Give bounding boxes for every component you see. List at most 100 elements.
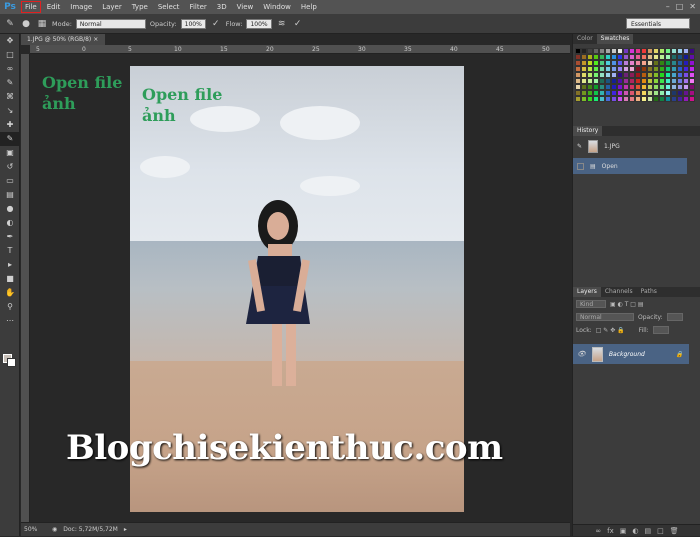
pressure-size-icon[interactable]: ✓ <box>292 18 304 30</box>
layer-thumbnail <box>591 346 603 362</box>
menu-file[interactable]: File <box>20 0 42 14</box>
history-step[interactable]: ▤ Open <box>573 158 687 174</box>
menu-filter[interactable]: Filter <box>184 0 211 14</box>
blend-mode-select[interactable]: Normal <box>576 313 634 321</box>
rectangle-tool-icon[interactable]: ■ <box>0 272 20 286</box>
hand-tool-icon[interactable]: ✋ <box>0 286 20 300</box>
menu-type[interactable]: Type <box>127 0 153 14</box>
close-icon[interactable]: ✕ <box>689 2 696 11</box>
ruler-tick: 40 <box>450 46 458 53</box>
healing-tool-icon[interactable]: ✚ <box>0 118 20 132</box>
move-tool-icon[interactable]: ✥ <box>0 34 20 48</box>
layer-filter-row: Kind ▣ ◐ T □ ▤ <box>576 300 644 308</box>
snapshot-thumbnail <box>588 139 599 153</box>
path-select-tool-icon[interactable]: ▸ <box>0 258 20 272</box>
close-tab-icon[interactable]: × <box>93 36 98 43</box>
layer-row-background[interactable]: 👁 Background 🔒 <box>573 344 689 364</box>
brush-tool-icon[interactable]: ✎ <box>0 132 20 146</box>
type-tool-icon[interactable]: T <box>0 244 20 258</box>
blur-tool-icon[interactable]: ● <box>0 202 20 216</box>
tab-history[interactable]: History <box>573 126 603 136</box>
opacity-input[interactable]: 100% <box>180 18 206 29</box>
layers-panel-tabs: Layers Channels Paths <box>573 287 700 297</box>
document-tab-title: 1.JPG @ 50% (RGB/8) <box>27 36 92 43</box>
tab-channels[interactable]: Channels <box>601 287 637 297</box>
opacity-label: Opacity: <box>149 19 177 28</box>
status-arrow-icon[interactable]: ▸ <box>124 526 127 533</box>
doc-size: Doc: 5,72M/5,72M <box>63 526 118 533</box>
minimize-icon[interactable]: – <box>666 2 670 11</box>
new-group-icon[interactable]: ▤ <box>645 525 652 536</box>
background-color-swatch[interactable] <box>7 358 16 367</box>
mode-label: Mode: <box>52 19 72 28</box>
restore-icon[interactable]: □ <box>676 2 684 11</box>
menu-edit[interactable]: Edit <box>42 0 66 14</box>
layer-style-icon[interactable]: fx <box>607 525 614 536</box>
tab-paths[interactable]: Paths <box>637 287 661 297</box>
pressure-opacity-icon[interactable]: ✓ <box>210 18 222 30</box>
brush-panel-icon[interactable]: ▦ <box>36 18 48 30</box>
flow-input[interactable]: 100% <box>246 18 272 29</box>
kind-filter-select[interactable]: Kind <box>576 300 606 308</box>
canvas-area[interactable]: Open file ảnh Open file ảnh Blogchisekie… <box>30 54 570 522</box>
tab-layers[interactable]: Layers <box>573 287 601 297</box>
visibility-eye-icon[interactable]: 👁 <box>577 350 586 358</box>
history-panel: History ✎ 1.JPG ▤ Open <box>573 126 700 312</box>
eraser-tool-icon[interactable]: ▭ <box>0 174 20 188</box>
zoom-level[interactable]: 50% <box>24 526 46 533</box>
menu-image[interactable]: Image <box>65 0 97 14</box>
lasso-tool-icon[interactable]: ∞ <box>0 62 20 76</box>
marquee-tool-icon[interactable]: □ <box>0 48 20 62</box>
menu-help[interactable]: Help <box>296 0 322 14</box>
fill-input[interactable] <box>652 326 669 334</box>
gradient-tool-icon[interactable]: ▤ <box>0 188 20 202</box>
blend-row: Normal Opacity: <box>576 313 683 321</box>
mode-select[interactable]: Normal <box>75 18 146 29</box>
ruler-tick: 20 <box>266 46 274 53</box>
ruler-tick: 5 <box>36 46 40 53</box>
crop-tool-icon[interactable]: ⌘ <box>0 90 20 104</box>
layers-footer: ∞ fx ▣ ◐ ▤ □ 🗑 <box>573 524 700 536</box>
lock-icons[interactable]: □ ✎ ✥ 🔒 <box>596 327 625 334</box>
tab-color[interactable]: Color <box>573 34 597 44</box>
tab-swatches[interactable]: Swatches <box>596 34 634 44</box>
menu-view[interactable]: View <box>232 0 259 14</box>
ruler-tick: 0 <box>82 46 86 53</box>
history-step-label: Open <box>601 162 618 170</box>
color-swatch[interactable] <box>689 96 695 102</box>
brush-tool-icon[interactable]: ✎ <box>4 18 16 30</box>
workspace-select[interactable]: Essentials <box>626 18 690 29</box>
history-brush-tool-icon[interactable]: ↺ <box>0 160 20 174</box>
dodge-tool-icon[interactable]: ◐ <box>0 216 20 230</box>
clone-stamp-tool-icon[interactable]: ▣ <box>0 146 20 160</box>
add-mask-icon[interactable]: ▣ <box>620 525 627 536</box>
layer-opacity-input[interactable] <box>666 313 683 321</box>
layer-lock-icon: 🔒 <box>675 350 683 358</box>
zoom-tool-icon[interactable]: ⚲ <box>0 300 20 314</box>
document-tab[interactable]: 1.JPG @ 50% (RGB/8) × <box>21 34 105 45</box>
eyedropper-tool-icon[interactable]: ↘ <box>0 104 20 118</box>
document-icon: ▤ <box>590 162 596 170</box>
delete-layer-icon[interactable]: 🗑 <box>670 525 679 536</box>
watermark-text: Blogchisekienthuc.com <box>66 428 503 468</box>
brush-source-icon[interactable]: ✎ <box>577 143 582 150</box>
pen-tool-icon[interactable]: ✒ <box>0 230 20 244</box>
brush-preset-icon[interactable]: ● <box>20 18 32 30</box>
link-layers-icon[interactable]: ∞ <box>595 525 601 536</box>
quick-select-tool-icon[interactable]: ✎ <box>0 76 20 90</box>
menu-window[interactable]: Window <box>258 0 296 14</box>
new-layer-icon[interactable]: □ <box>657 525 664 536</box>
history-check[interactable] <box>577 162 584 170</box>
adjustment-layer-icon[interactable]: ◐ <box>632 525 638 536</box>
status-menu-icon[interactable]: ◉ <box>52 526 57 533</box>
menu-3d[interactable]: 3D <box>212 0 232 14</box>
color-panel-tabs: Color Swatches <box>573 34 700 44</box>
filter-icons[interactable]: ▣ ◐ T □ ▤ <box>610 301 644 308</box>
swatches-grid[interactable] <box>575 48 695 106</box>
more-tools-icon[interactable]: ⋯ <box>0 314 20 328</box>
airbrush-icon[interactable]: ≋ <box>276 18 288 30</box>
window-controls: – □ ✕ <box>666 2 696 11</box>
menu-layer[interactable]: Layer <box>97 0 127 14</box>
history-snapshot[interactable]: ✎ 1.JPG <box>573 138 687 154</box>
menu-select[interactable]: Select <box>153 0 185 14</box>
